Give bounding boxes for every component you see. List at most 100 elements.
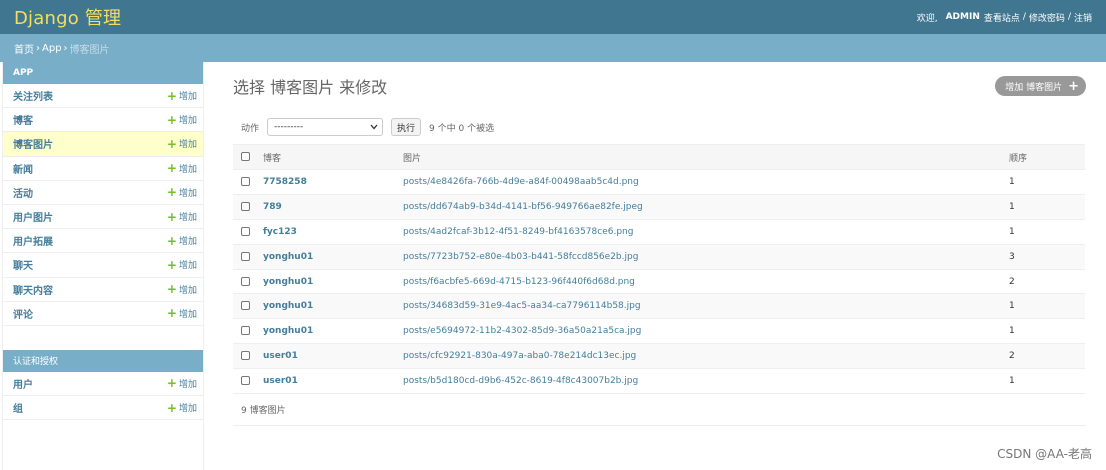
row-checkbox[interactable] [241, 301, 250, 311]
select-all-checkbox[interactable] [241, 152, 250, 161]
sidebar-item-link[interactable]: 用户拓展 [13, 233, 53, 248]
sidebar-item: 新闻 + 增加 [3, 157, 203, 181]
sidebar-add-link[interactable]: + 增加 [167, 210, 197, 224]
site-brand[interactable]: Django 管理 [14, 4, 121, 30]
sidebar-add-label: 增加 [178, 309, 197, 320]
change-password-link[interactable]: 修改密码 [1029, 11, 1065, 24]
column-header-blog[interactable]: 博客 [263, 144, 403, 170]
sidebar-item-link[interactable]: 聊天内容 [13, 282, 53, 297]
row-checkbox[interactable] [241, 176, 250, 186]
row-checkbox[interactable] [241, 351, 250, 361]
content-main: 选择 博客图片 来修改 增加 博客图片 + 动作 --------- 执行 9 … [233, 62, 1086, 427]
sidebar-add-link[interactable]: + 增加 [167, 113, 197, 127]
image-link[interactable]: posts/f6acbfe5-669d-4715-b123-96f440f6d6… [403, 277, 635, 287]
row-checkbox[interactable] [241, 226, 250, 236]
row-checkbox[interactable] [241, 326, 250, 336]
blog-link[interactable]: user01 [263, 376, 298, 386]
row-checkbox-cell [233, 194, 263, 220]
sidebar-item-link[interactable]: 用户图片 [13, 209, 53, 224]
sidebar-item-link[interactable]: 用户 [13, 376, 33, 391]
sidebar-add-link[interactable]: + 增加 [167, 258, 197, 272]
sidebar-item-link[interactable]: 博客 [13, 112, 33, 127]
blog-link[interactable]: fyc123 [263, 227, 297, 237]
order-cell: 2 [1009, 269, 1085, 295]
sidebar-add-label: 增加 [178, 261, 197, 272]
row-checkbox-cell [233, 343, 263, 370]
blog-link[interactable]: yonghu01 [263, 301, 313, 311]
watermark: CSDN @AA-老高 [997, 447, 1092, 461]
image-link[interactable]: posts/34683d59-31e9-4ac5-aa34-ca7796114b… [403, 301, 641, 311]
sidebar-item: 用户拓展 + 增加 [3, 229, 203, 254]
sidebar-item-link[interactable]: 评论 [13, 306, 33, 321]
breadcrumb: 首页 › App › 博客图片 [0, 34, 1106, 62]
breadcrumb-home[interactable]: 首页 [14, 41, 34, 56]
order-cell: 1 [1009, 169, 1085, 195]
sidebar-item-link[interactable]: 组 [13, 400, 23, 415]
table-row: 7758258 posts/4e8426fa-766b-4d9e-a84f-004… [233, 169, 1085, 195]
row-checkbox[interactable] [241, 276, 250, 286]
sidebar-add-label: 增加 [178, 188, 197, 199]
blog-link[interactable]: user01 [263, 351, 298, 361]
sidebar-add-link[interactable]: + 增加 [167, 162, 197, 175]
sidebar-add-link[interactable]: + 增加 [167, 137, 197, 151]
sidebar-add-link[interactable]: + 增加 [167, 401, 197, 415]
column-header-order[interactable]: 顺序 [1009, 144, 1085, 170]
app-module-caption[interactable]: APP [3, 62, 203, 84]
sidebar-item-link[interactable]: 聊天 [13, 257, 33, 272]
column-header-image[interactable]: 图片 [403, 144, 1009, 170]
separator: / [1022, 12, 1026, 22]
row-checkbox[interactable] [241, 376, 250, 386]
app-module-list: 关注列表 + 增加 博客 + 增加 博客图片 + 增加 新闻 + 增加 活动 + 增加 用户图片 + 增加 用户拓展… [3, 84, 203, 326]
image-cell: posts/7723b752-e80e-4b03-b441-58fccd856e… [403, 244, 1009, 270]
row-checkbox-cell [233, 368, 263, 395]
sidebar-item-link[interactable]: 活动 [13, 185, 33, 200]
add-icon: + [166, 161, 177, 176]
blog-link[interactable]: yonghu01 [263, 277, 313, 287]
add-icon: + [166, 282, 177, 297]
go-button[interactable]: 执行 [391, 118, 422, 136]
breadcrumb-app[interactable]: App [42, 43, 62, 54]
sidebar-add-link[interactable]: + 增加 [167, 234, 197, 248]
chevron-down-icon [370, 124, 378, 130]
blog-link[interactable]: 789 [263, 202, 282, 212]
row-checkbox[interactable] [241, 251, 250, 261]
sidebar-item-link[interactable]: 关注列表 [13, 88, 53, 103]
view-site-link[interactable]: 查看站点 [984, 11, 1020, 24]
image-cell: posts/4ad2fcaf-3b12-4f51-8249-bf4163578c… [403, 219, 1009, 245]
sidebar-item-link[interactable]: 新闻 [13, 161, 33, 176]
image-link[interactable]: posts/4e8426fa-766b-4d9e-a84f-00498aab5c… [403, 177, 639, 187]
user-tools: 欢迎, ADMIN 查看站点 / 修改密码 / 注销 [917, 11, 1092, 24]
sidebar-add-label: 增加 [178, 404, 197, 415]
blog-link[interactable]: 7758258 [263, 177, 307, 187]
sidebar-add-link[interactable]: + 增加 [167, 186, 197, 199]
blog-cell: yonghu01 [263, 318, 403, 345]
auth-module-caption[interactable]: 认证和授权 [3, 349, 203, 372]
blog-link[interactable]: yonghu01 [263, 252, 313, 262]
sidebar-item: 用户 + 增加 [3, 372, 203, 397]
image-link[interactable]: posts/e5694972-11b2-4302-85d9-36a50a21a5… [403, 326, 641, 336]
row-checkbox-cell [233, 269, 263, 295]
image-link[interactable]: posts/b5d180cd-d9b6-452c-8619-4f8c43007b… [403, 376, 638, 386]
add-icon: + [166, 88, 177, 103]
row-checkbox-cell [233, 219, 263, 245]
sidebar-add-link[interactable]: + 增加 [166, 88, 197, 103]
logout-link[interactable]: 注销 [1074, 11, 1092, 24]
image-link[interactable]: posts/cfc92921-830a-497a-aba0-78e214dc13… [403, 351, 636, 361]
sidebar-add-link[interactable]: + 增加 [167, 377, 197, 390]
sidebar-add-label: 增加 [178, 92, 197, 103]
table-row: yonghu01 posts/e5694972-11b2-4302-85d9-36… [233, 318, 1085, 345]
image-cell: posts/4e8426fa-766b-4d9e-a84f-00498aab5c… [403, 169, 1009, 195]
sidebar-item: 聊天 + 增加 [3, 253, 203, 278]
sidebar-item-link[interactable]: 博客图片 [13, 136, 53, 151]
sidebar-add-link[interactable]: + 增加 [167, 283, 197, 296]
sidebar-add-link[interactable]: + 增加 [167, 307, 197, 320]
image-link[interactable]: posts/dd674ab9-b34d-4141-bf56-949766ae82… [403, 202, 643, 212]
action-select[interactable]: --------- [267, 118, 384, 136]
image-link[interactable]: posts/4ad2fcaf-3b12-4f51-8249-bf4163578c… [403, 227, 633, 237]
image-link[interactable]: posts/7723b752-e80e-4b03-b441-58fccd856e… [403, 252, 638, 262]
blog-link[interactable]: yonghu01 [263, 326, 313, 336]
sidebar-item: 组 + 增加 [3, 396, 203, 421]
order-cell: 1 [1009, 368, 1085, 395]
add-blog-image-button[interactable]: 增加 博客图片 + [995, 76, 1086, 96]
row-checkbox[interactable] [241, 201, 250, 211]
